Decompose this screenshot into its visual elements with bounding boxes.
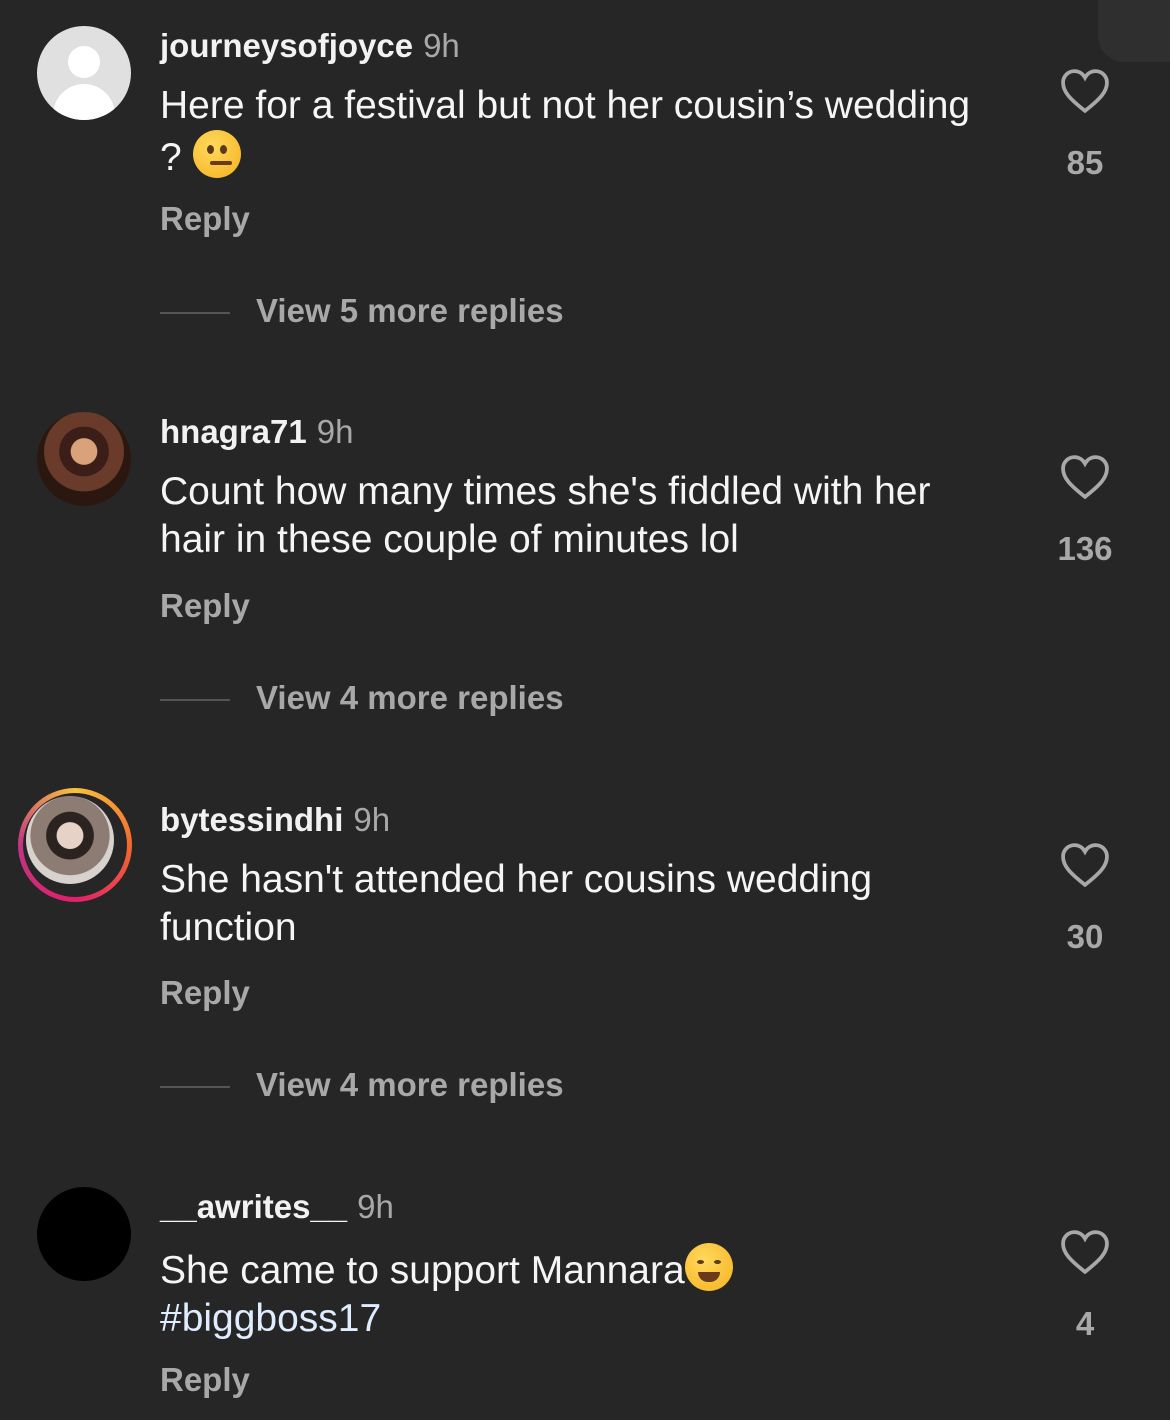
like-button[interactable]: 136 [1040, 454, 1130, 568]
like-button[interactable]: 30 [1040, 842, 1130, 956]
reply-button[interactable]: Reply [160, 587, 250, 625]
avatar[interactable] [37, 412, 131, 506]
like-count: 136 [1057, 530, 1113, 567]
view-more-replies-button[interactable]: View 4 more replies [160, 679, 564, 717]
story-ring[interactable] [18, 788, 132, 902]
username[interactable]: hnagra71 [160, 413, 307, 450]
view-more-replies-button[interactable]: View 4 more replies [160, 1066, 564, 1104]
heart-icon [1061, 455, 1109, 500]
comment-text: Count how many times she's fiddled with … [160, 470, 931, 561]
timestamp: 9h [353, 801, 391, 838]
avatar[interactable] [37, 1187, 131, 1281]
reply-button[interactable]: Reply [160, 200, 250, 238]
avatar[interactable] [26, 796, 114, 884]
like-count: 30 [1066, 918, 1104, 955]
heart-icon [1061, 69, 1109, 114]
like-button[interactable]: 4 [1040, 1229, 1130, 1343]
timestamp: 9h [357, 1188, 394, 1225]
tears-of-joy-face-icon [684, 1243, 733, 1291]
comment-text: Here for a festival but not her cousin’s… [160, 84, 971, 179]
username[interactable]: __awrites__ [160, 1188, 347, 1225]
comment-text: She hasn't attended her cousins wedding … [160, 858, 873, 949]
corner-tab [1098, 0, 1170, 62]
heart-icon [1061, 843, 1109, 888]
heart-icon [1061, 1230, 1109, 1275]
like-count: 4 [1075, 1305, 1095, 1342]
reply-button[interactable]: Reply [160, 974, 250, 1012]
username[interactable]: bytessindhi [160, 801, 343, 838]
comment-header: journeysofjoyce 9h [160, 26, 460, 66]
view-more-replies-button[interactable]: View 5 more replies [160, 292, 564, 330]
hashtag-link[interactable]: #biggboss17 [160, 1297, 381, 1340]
like-button[interactable]: 85 [1040, 68, 1130, 182]
thinking-face-icon [192, 130, 241, 178]
username[interactable]: journeysofjoyce [160, 27, 413, 64]
timestamp: 9h [423, 27, 460, 64]
timestamp: 9h [316, 413, 354, 450]
reply-button[interactable]: Reply [160, 1361, 250, 1399]
default-avatar-icon[interactable] [37, 26, 131, 120]
comment-text: She came to support Mannara #biggboss17 [160, 1243, 980, 1343]
comment-header: __awrites__ 9h [160, 1187, 394, 1227]
comment-header: bytessindhi 9h [160, 800, 390, 840]
like-count: 85 [1066, 144, 1104, 181]
comment-header: hnagra71 9h [160, 412, 353, 452]
